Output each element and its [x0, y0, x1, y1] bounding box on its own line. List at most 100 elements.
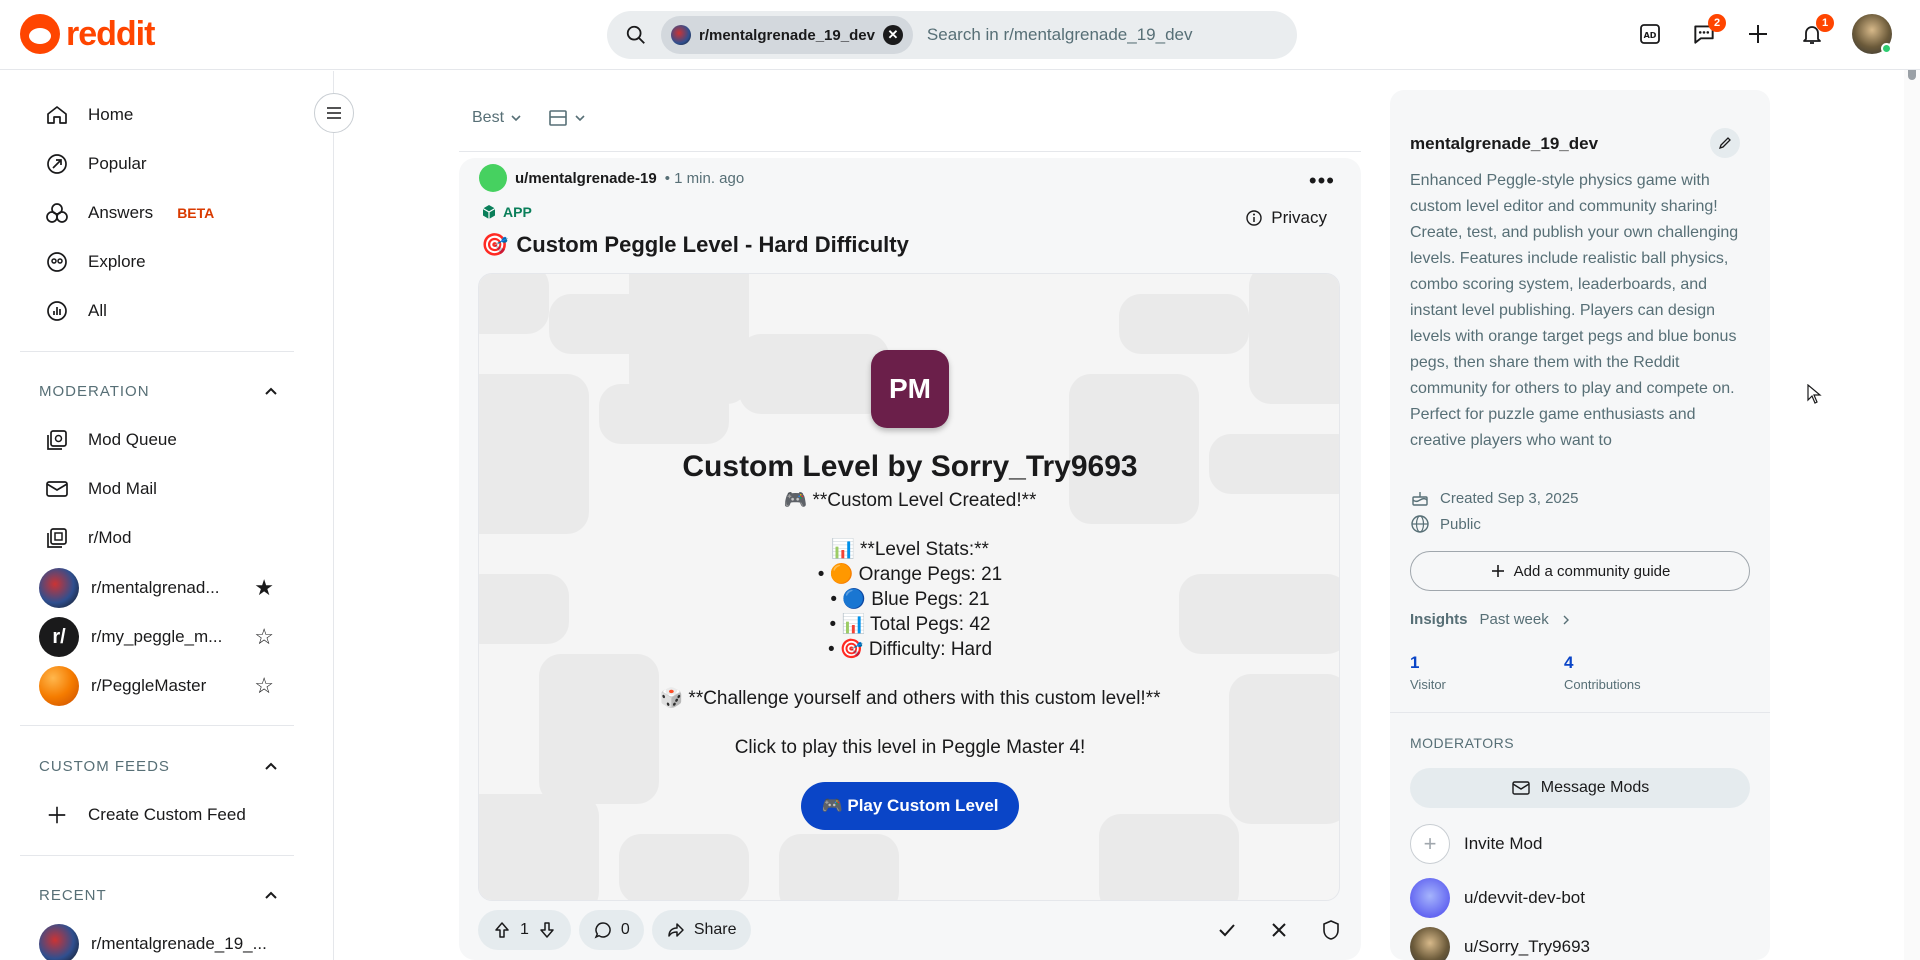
sort-dropdown[interactable]: Best	[472, 109, 522, 127]
search-input[interactable]: Search in r/mentalgrenade_19_dev	[927, 25, 1193, 45]
moderation-section-header[interactable]: MODERATION	[39, 383, 279, 400]
approve-icon[interactable]	[1216, 919, 1238, 941]
mail-icon	[1512, 781, 1530, 795]
sidebar-divider	[20, 351, 294, 352]
recent-community-item[interactable]: r/mentalgrenade_19_...	[39, 924, 274, 960]
share-label: Share	[693, 921, 737, 938]
logo-text: reddit	[66, 14, 155, 53]
post-card[interactable]: u/mentalgrenade-19 • 1 min. ago ••• APP …	[459, 158, 1361, 960]
post-title[interactable]: 🎯 Custom Peggle Level - Hard Difficulty	[481, 232, 909, 258]
sidebar-item-mod-queue[interactable]: Mod Queue	[44, 420, 284, 460]
community-avatar	[39, 666, 79, 706]
more-options-icon[interactable]: •••	[1309, 168, 1335, 194]
chevron-down-icon	[575, 115, 585, 122]
moderator-name: u/devvit-dev-bot	[1464, 888, 1585, 907]
search-bar[interactable]: r/mentalgrenade_19_dev ✕ Search in r/men…	[607, 11, 1297, 59]
upvote-icon[interactable]	[492, 920, 512, 940]
community-label: r/mentalgrenad...	[91, 578, 220, 597]
search-icon	[626, 25, 645, 44]
sidebar-item-explore[interactable]: Explore	[44, 242, 284, 282]
chat-icon[interactable]: 2	[1690, 14, 1726, 48]
moderator-item[interactable]: u/Sorry_Try9693	[1410, 927, 1590, 960]
privacy-button[interactable]: Privacy	[1245, 208, 1327, 228]
challenge-line: 🎲 **Challenge yourself and others with t…	[659, 688, 1161, 709]
sidebar-item-all[interactable]: All	[44, 291, 284, 331]
guide-button-label: Add a community guide	[1513, 562, 1671, 580]
svg-text:AD: AD	[1644, 31, 1657, 40]
insights-row[interactable]: Insights Past week	[1410, 611, 1571, 628]
comments-button[interactable]: 0	[578, 910, 644, 950]
orange-pegs-line: • 🟠 Orange Pegs: 21	[817, 564, 1003, 585]
info-icon	[1246, 210, 1262, 226]
post-time: • 1 min. ago	[664, 169, 745, 187]
sidebar-item-label: Answers	[88, 203, 154, 222]
edit-icon[interactable]	[1710, 128, 1740, 158]
create-custom-feed-button[interactable]: Create Custom Feed	[44, 795, 284, 835]
play-custom-level-button[interactable]: 🎮 Play Custom Level	[801, 782, 1019, 830]
community-avatar	[671, 25, 691, 45]
share-button[interactable]: Share	[651, 910, 751, 950]
recent-label: r/mentalgrenade_19_...	[91, 934, 267, 953]
comment-count: 0	[620, 921, 630, 938]
collapse-sidebar-button[interactable]	[314, 93, 354, 133]
custom-feeds-section-header[interactable]: CUSTOM FEEDS	[39, 758, 279, 775]
community-label: r/my_peggle_m...	[91, 627, 223, 646]
author-avatar[interactable]	[479, 164, 507, 192]
click-note-line: Click to play this level in Peggle Maste…	[734, 737, 1086, 758]
recent-title: RECENT	[39, 887, 107, 904]
app-embed[interactable]: PM Custom Level by Sorry_Try9693 🎮 **Cus…	[478, 273, 1340, 901]
message-mods-button[interactable]: Message Mods	[1410, 768, 1750, 808]
community-name: mentalgrenade_19_dev	[1410, 134, 1599, 153]
advertise-icon[interactable]: AD	[1636, 20, 1664, 48]
notification-icon[interactable]: 1	[1798, 14, 1834, 48]
sidebar-item-answers[interactable]: Answers BETA	[44, 193, 284, 233]
chevron-right-icon	[1563, 615, 1569, 624]
moderator-item[interactable]: u/devvit-dev-bot	[1410, 878, 1585, 918]
remove-icon[interactable]	[1268, 919, 1290, 941]
answers-icon	[44, 200, 70, 226]
community-description: Enhanced Peggle-style physics game with …	[1410, 172, 1739, 449]
vote-count: 1	[520, 921, 529, 938]
star-outline-icon[interactable]: ☆	[254, 673, 274, 699]
view-toggle[interactable]	[548, 108, 586, 128]
comment-icon	[594, 922, 611, 939]
sidebar-item-label: All	[88, 301, 107, 320]
difficulty-line: • 🎯 Difficulty: Hard	[827, 639, 993, 660]
recent-section-header[interactable]: RECENT	[39, 887, 279, 904]
star-outline-icon[interactable]: ☆	[254, 624, 274, 650]
sidebar-item-mod-mail[interactable]: Mod Mail	[44, 469, 284, 509]
search-scope-chip[interactable]: r/mentalgrenade_19_dev ✕	[661, 16, 913, 54]
post-title-text: Custom Peggle Level - Hard Difficulty	[516, 232, 909, 257]
popular-icon	[44, 151, 70, 177]
sidebar-item-label: r/Mod	[88, 528, 132, 547]
sidebar-item-popular[interactable]: Popular	[44, 144, 284, 184]
visitor-count: 1	[1410, 653, 1420, 672]
add-community-guide-button[interactable]: Add a community guide	[1410, 551, 1750, 591]
panel-divider	[1390, 712, 1770, 713]
clear-scope-icon[interactable]: ✕	[882, 25, 903, 45]
page-scrollbar[interactable]	[1904, 0, 1920, 960]
left-sidebar: Home Popular Answers BETA Explore All MO…	[0, 71, 334, 960]
sort-label: Best	[472, 109, 505, 126]
sidebar-community-pegglemaster[interactable]: r/PeggleMaster ☆	[39, 666, 274, 706]
mod-shield-icon[interactable]	[1320, 919, 1342, 941]
sidebar-item-home[interactable]: Home	[44, 95, 284, 135]
create-icon[interactable]	[1744, 20, 1772, 48]
reddit-snoo-icon	[20, 14, 60, 54]
sidebar-item-r-mod[interactable]: r/Mod	[44, 518, 284, 558]
reddit-logo[interactable]: reddit	[20, 14, 155, 54]
app-tag: APP	[481, 204, 532, 220]
downvote-icon[interactable]	[537, 920, 557, 940]
sidebar-community-my-peggle[interactable]: r/ r/my_peggle_m... ☆	[39, 617, 274, 657]
post-author[interactable]: u/mentalgrenade-19	[515, 170, 657, 187]
user-avatar[interactable]	[1852, 14, 1892, 54]
home-icon	[44, 102, 70, 128]
star-filled-icon[interactable]: ★	[254, 575, 274, 601]
invite-mod-button[interactable]: + Invite Mod	[1410, 824, 1542, 864]
level-stats-title: 📊 **Level Stats:**	[831, 539, 989, 560]
sidebar-community-mentalgrenade[interactable]: r/mentalgrenad... ★	[39, 568, 274, 608]
plus-icon	[44, 802, 70, 828]
create-feed-label: Create Custom Feed	[88, 805, 246, 824]
message-mods-label: Message Mods	[1540, 779, 1650, 796]
layout-icon	[549, 110, 567, 126]
